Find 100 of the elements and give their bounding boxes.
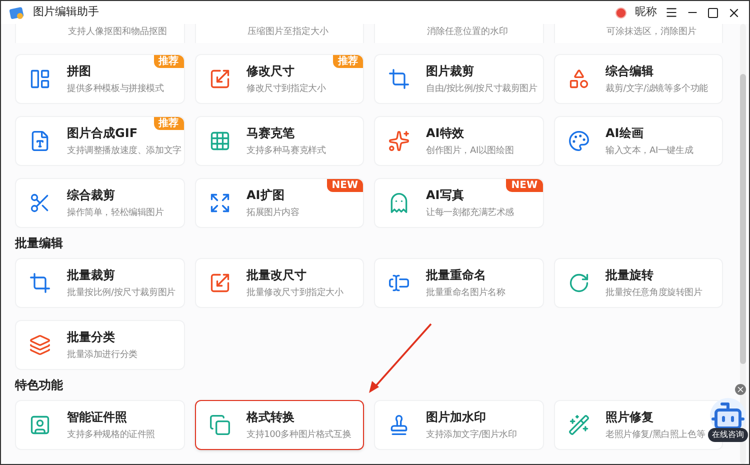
app-logo-icon: [9, 4, 25, 20]
card-description: 支持人像抠图和物品抠图: [68, 26, 167, 39]
card-description: 压缩图片至指定大小: [248, 26, 328, 39]
rotate-icon: [568, 272, 590, 294]
id-photo-icon: [29, 414, 51, 436]
expand-icon: [208, 192, 230, 214]
scrollbar-thumb[interactable]: [740, 74, 746, 364]
badge: 推荐: [154, 117, 184, 130]
card-description: 操作简单，轻松编辑图片: [67, 206, 164, 220]
tool-card[interactable]: 推荐 拼图 提供多种模板与拼接模式: [15, 54, 184, 104]
tool-card[interactable]: 推荐 图片合成GIF 支持调整播放速度、添加文字: [15, 116, 184, 166]
tool-card[interactable]: 批量重命名 批量重命名图片名称: [374, 258, 544, 308]
crop-icon: [29, 272, 51, 294]
card-title: 综合裁剪: [67, 186, 116, 202]
tool-card[interactable]: 智能证件照 支持多种规格的证件照: [15, 400, 184, 450]
card-title: 批量分类: [67, 328, 116, 344]
card-title: 图片裁剪: [426, 62, 475, 78]
avatar-icon[interactable]: [615, 6, 627, 18]
card-description: 支持多种马赛克样式: [246, 144, 326, 158]
tool-card[interactable]: 支持人像抠图和物品抠图: [15, 24, 184, 43]
card-title: 批量裁剪: [67, 266, 116, 282]
card-description: 支持调整播放速度、添加文字: [67, 144, 182, 158]
sparkle-icon: [388, 130, 410, 152]
badge: 推荐: [333, 55, 363, 68]
card-title: 修改尺寸: [246, 62, 296, 78]
resize-icon: [208, 272, 230, 294]
card-title: 照片修复: [606, 408, 654, 424]
layout-icon: [29, 68, 51, 90]
card-title: AI写真: [426, 186, 465, 202]
tool-card[interactable]: 综合编辑 裁剪/文字/滤镜等多个功能: [554, 54, 723, 104]
menu-icon[interactable]: [665, 6, 678, 19]
card-description: 支持添加文字/图片水印: [426, 428, 517, 442]
card-description: 自由/按比例/按尺寸裁剪图片: [426, 82, 538, 96]
palette-icon: [568, 130, 590, 152]
stamp-icon: [388, 414, 410, 436]
card-title: 拼图: [67, 62, 92, 78]
tool-card[interactable]: 消除任意位置的水印: [374, 24, 544, 43]
window-title: 图片编辑助手: [33, 4, 99, 20]
card-description: 创作图片，AI以图绘图: [426, 144, 514, 158]
convert-icon: [208, 414, 230, 436]
card-description: 输入文本，AI一键生成: [606, 144, 694, 158]
mosaic-icon: [208, 130, 230, 152]
card-description: 批量添加进行分类: [67, 348, 138, 362]
tool-card[interactable]: 格式转换 支持100多种图片格式互换: [194, 400, 364, 450]
card-description: 支持100多种图片格式互换: [246, 428, 352, 442]
maximize-icon[interactable]: [707, 6, 719, 18]
text-icon: [388, 272, 410, 294]
tool-card[interactable]: 综合裁剪 操作简单，轻松编辑图片: [15, 178, 184, 228]
card-title: 综合编辑: [606, 62, 654, 78]
section-heading: 特色功能: [15, 378, 64, 393]
magic-wand-icon: [568, 414, 590, 436]
tool-card[interactable]: 批量旋转 批量按任意角度旋转图片: [554, 258, 723, 308]
card-title: 批量旋转: [606, 266, 654, 282]
card-title: AI绘画: [606, 124, 644, 140]
tool-card[interactable]: NEW AI扩图 拓展图片内容: [194, 178, 364, 228]
card-title: 图片加水印: [426, 408, 487, 424]
tool-card[interactable]: 压缩图片至指定大小: [194, 24, 364, 43]
badge: NEW: [506, 179, 542, 192]
user-name[interactable]: 昵称: [635, 4, 657, 21]
card-description: 让每一刻都充满艺术感: [426, 206, 514, 220]
card-description: 修改尺寸到指定大小: [246, 82, 326, 96]
tool-card[interactable]: 批量裁剪 批量按比例/按尺寸裁剪图片: [15, 258, 184, 308]
scissors-icon: [29, 192, 51, 214]
tool-card[interactable]: AI特效 创作图片，AI以图绘图: [374, 116, 544, 166]
crop-icon: [388, 68, 410, 90]
tool-card[interactable]: 可涂抹选区，消除图片: [554, 24, 723, 43]
tool-card[interactable]: 推荐 修改尺寸 修改尺寸到指定大小: [194, 54, 364, 104]
card-description: 提供多种模板与拼接模式: [67, 82, 164, 96]
shapes-icon: [568, 68, 590, 90]
tool-card[interactable]: 图片加水印 支持添加文字/图片水印: [374, 400, 544, 450]
card-description: 支持多种规格的证件照: [67, 428, 156, 442]
layers-icon: [29, 334, 51, 356]
badge: NEW: [326, 179, 363, 192]
card-title: 马赛克笔: [246, 124, 296, 140]
badge: 推荐: [154, 55, 184, 68]
card-title: 批量重命名: [426, 266, 487, 282]
card-description: 消除任意位置的水印: [427, 26, 508, 39]
card-description: 批量按任意角度旋转图片: [606, 286, 702, 300]
tool-card[interactable]: 图片裁剪 自由/按比例/按尺寸裁剪图片: [374, 54, 544, 104]
tool-card[interactable]: 批量分类 批量添加进行分类: [15, 320, 184, 370]
card-title: 批量改尺寸: [246, 266, 308, 282]
chat-button[interactable]: 在线咨询: [708, 428, 748, 442]
card-title: 智能证件照: [67, 408, 128, 424]
card-description: 批量按比例/按尺寸裁剪图片: [67, 286, 176, 300]
tool-card[interactable]: 批量改尺寸 批量修改尺寸到指定大小: [194, 258, 364, 308]
card-title: 图片合成GIF: [67, 124, 139, 140]
tool-card[interactable]: NEW AI写真 让每一刻都充满艺术感: [374, 178, 544, 228]
card-description: 批量修改尺寸到指定大小: [246, 286, 344, 300]
tool-card[interactable]: AI绘画 输入文本，AI一键生成: [554, 116, 723, 166]
tool-card[interactable]: 马赛克笔 支持多种马赛克样式: [194, 116, 364, 166]
card-description: 可涂抹选区，消除图片: [606, 26, 696, 39]
card-title: AI扩图: [246, 186, 286, 202]
card-description: 拓展图片内容: [246, 206, 300, 220]
section-heading: 批量编辑: [15, 236, 64, 251]
card-description: 裁剪/文字/滤镜等多个功能: [606, 82, 708, 96]
resize-icon: [208, 68, 230, 90]
card-description: 老照片修复/黑白照上色等: [606, 428, 706, 442]
card-title: AI特效: [426, 124, 465, 140]
card-title: 格式转换: [246, 408, 296, 424]
card-description: 批量重命名图片名称: [426, 286, 506, 300]
